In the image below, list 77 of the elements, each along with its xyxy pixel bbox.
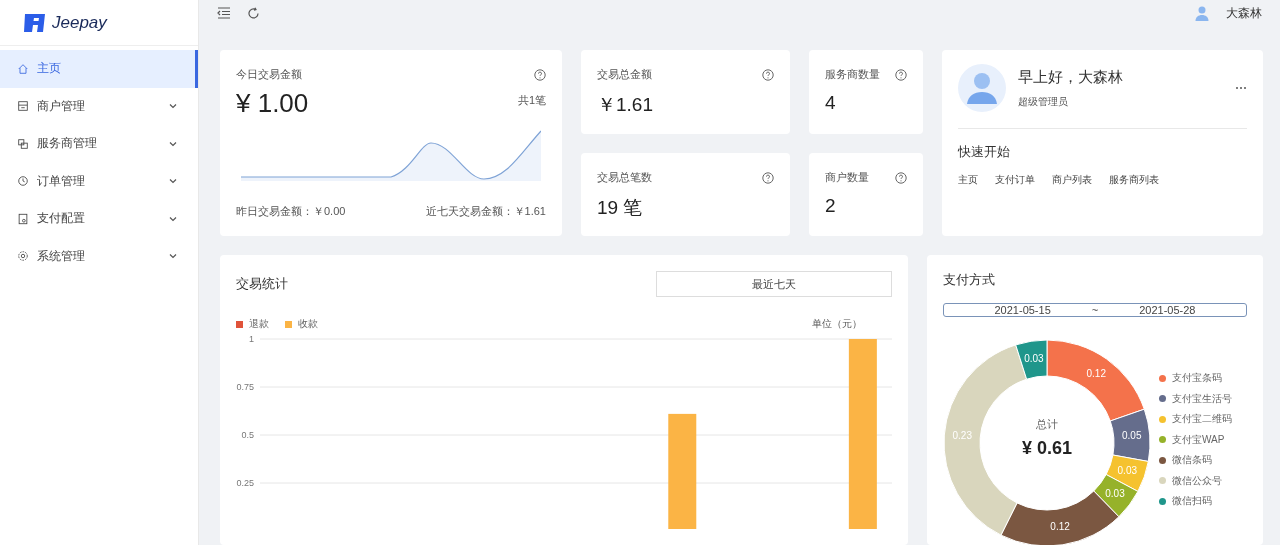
help-icon[interactable] [895,68,907,81]
axis-tick-label: 0.75 [236,382,254,392]
legend-item: 微信条码 [1159,453,1232,467]
legend-item: 支付宝二维码 [1159,412,1232,426]
user-role: 超级管理员 [1018,94,1069,109]
more-icon[interactable] [1235,86,1247,90]
total-value: ¥ 0.61 [1021,438,1072,459]
menu-fold-icon[interactable] [217,7,231,19]
week-amount: 近七天交易金额：￥1.61 [425,204,546,219]
stat-title: 商户数量 [825,170,869,185]
sidebar-item[interactable]: 订单管理 [0,162,198,200]
legend-item: 收款 [285,317,318,331]
help-icon[interactable] [534,68,546,81]
transaction-count: 共1笔 [517,93,546,108]
stat-value: 4 [825,92,837,114]
total-label: 总计 [1036,417,1058,432]
card-title: 支付方式 [943,271,996,289]
refresh-icon[interactable] [247,6,260,20]
segment-value-label: 0.05 [1122,430,1142,442]
stat-value: 2 [825,195,837,217]
legend-item: 支付宝WAP [1159,432,1232,447]
quick-link[interactable]: 商户列表 [1052,173,1092,187]
stat-title: 交易总金额 [597,67,652,82]
legend-item: 微信扫码 [1159,494,1232,508]
chevron-down-icon [169,178,177,185]
user-name[interactable]: 大森林 [1226,4,1262,22]
clock-icon [17,175,29,188]
chevron-down-icon [169,140,177,147]
today-amount: ¥ 1.00 [236,88,309,119]
card-title: 交易统计 [236,275,288,293]
legend-item: 微信公众号 [1159,473,1232,488]
legend-item: 支付宝条码 [1159,371,1232,385]
segment-value-label: 0.03 [1117,464,1137,476]
copy-icon [17,137,29,150]
chevron-down-icon [169,215,177,222]
sidebar-item[interactable]: 系统管理 [0,237,198,275]
help-icon[interactable] [762,171,774,184]
segment-value-label: 0.03 [1105,488,1125,499]
help-icon[interactable] [762,68,774,81]
segment-value-label: 0.03 [1024,353,1044,364]
range-select[interactable]: 最近七天 [656,271,892,297]
axis-tick-label: 0.5 [241,430,254,440]
user-avatar-icon [1194,5,1210,21]
date-range-field[interactable]: 2021-05-15 ~ 2021-05-28 [943,303,1247,317]
chevron-down-icon [169,253,177,260]
home-icon [17,62,29,75]
logo-icon [22,12,46,33]
stat-value: 19 笔 [597,196,644,220]
document-icon [17,212,29,225]
stat-title: 今日交易金额 [236,67,302,82]
segment-value-label: 0.12 [1086,367,1106,379]
quick-link[interactable]: 服务商列表 [1109,173,1159,187]
sidebar-item[interactable]: 主页 [0,50,198,88]
legend-item: 退款 [236,317,269,331]
axis-tick-label: 0.25 [236,478,254,488]
brand-name: Jeepay [52,12,107,33]
segment-value-label: 0.23 [952,430,972,442]
stat-value: ￥1.61 [597,93,654,117]
segment-value-label: 0.12 [1050,521,1070,532]
legend-item: 支付宝生活号 [1159,391,1232,406]
help-icon[interactable] [895,171,907,184]
axis-tick-label: 1 [249,334,254,344]
store-icon [17,100,29,113]
stat-title: 服务商数量 [825,67,880,82]
quick-link[interactable]: 主页 [958,173,978,187]
sidebar-item[interactable]: 服务商管理 [0,125,198,163]
yesterday-amount: 昨日交易金额：￥0.00 [236,204,346,219]
unit-label: 单位（元） [812,317,862,331]
chevron-down-icon [169,103,177,110]
sidebar-item[interactable]: 支付配置 [0,200,198,238]
greeting: 早上好，大森林 [1018,67,1123,87]
quick-start-title: 快速开始 [958,143,1011,161]
sidebar-item[interactable]: 商户管理 [0,87,198,125]
quick-link[interactable]: 支付订单 [995,173,1035,187]
stat-title: 交易总笔数 [597,170,652,185]
avatar-icon [958,64,1006,112]
settings-icon [17,250,29,263]
